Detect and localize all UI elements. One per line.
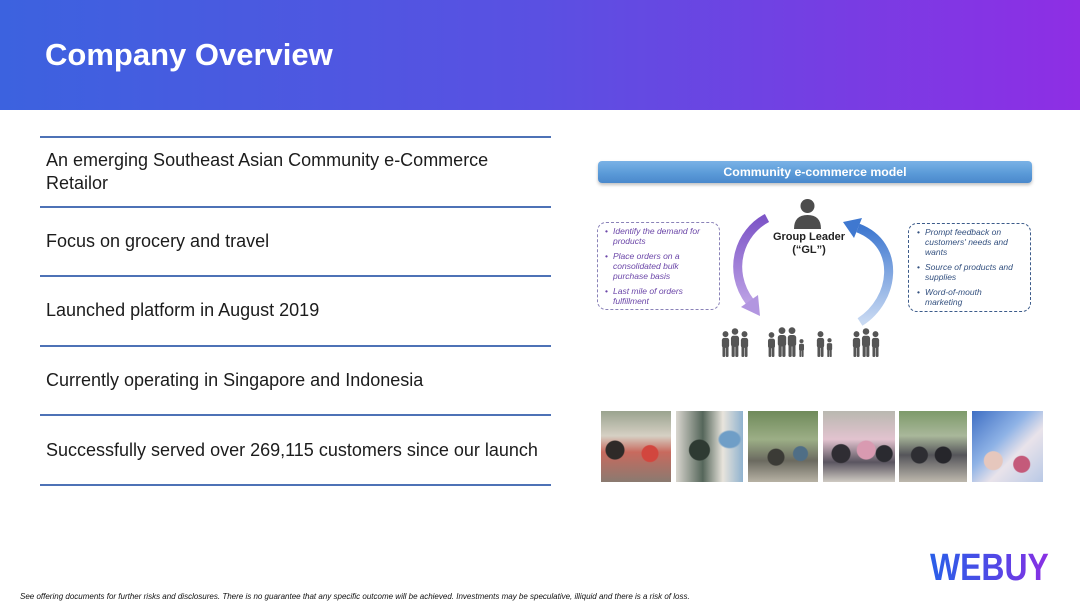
list-item: Focus on grocery and travel	[40, 205, 551, 276]
disclaimer-text: See offering documents for further risks…	[20, 592, 690, 601]
member-role-bullet: Last mile of orders fulfillment	[605, 286, 705, 306]
list-item-text: Focus on grocery and travel	[46, 230, 270, 251]
people-group-icon	[721, 328, 749, 357]
community-photo	[899, 411, 967, 482]
slide-title: Company Overview	[45, 37, 333, 72]
overview-list: An emerging Southeast Asian Community e-…	[40, 136, 551, 486]
list-item-text: Currently operating in Singapore and Ind…	[46, 369, 424, 390]
list-item-text: Launched platform in August 2019	[46, 300, 320, 321]
member-roles-list: Identify the demand for products Place o…	[605, 226, 719, 306]
community-benefit-bullet: Prompt feedback on customers' needs and …	[917, 227, 1017, 257]
people-group-icon	[852, 328, 880, 357]
group-leader-name: Group Leader	[772, 231, 846, 243]
list-item: Currently operating in Singapore and Ind…	[40, 344, 551, 415]
group-leader-label: Group Leader (“GL”)	[759, 231, 859, 257]
list-item: An emerging Southeast Asian Community e-…	[40, 136, 551, 206]
member-role-bullet: Identify the demand for products	[605, 226, 705, 246]
list-item: Successfully served over 269,115 custome…	[40, 414, 551, 486]
member-role-bullet: Place orders on a consolidated bulk purc…	[605, 251, 705, 281]
community-photo	[748, 411, 818, 482]
member-roles-box: Identify the demand for products Place o…	[597, 222, 720, 310]
list-item: Launched platform in August 2019	[40, 275, 551, 345]
person-icon	[794, 199, 821, 229]
community-photo	[972, 411, 1043, 482]
community-benefit-bullet: Word-of-mouth marketing	[917, 287, 1017, 307]
community-photo	[676, 411, 743, 482]
group-leader-abbr: (“GL”)	[792, 244, 826, 256]
photo-strip	[601, 411, 1043, 482]
community-photo	[823, 411, 895, 482]
community-model-diagram: Community e-commerce model • Identify th…	[590, 150, 1040, 365]
list-item-text: Successfully served over 269,115 custome…	[46, 439, 538, 460]
community-photo	[601, 411, 671, 482]
community-benefits-box: Prompt feedback on customers' needs and …	[908, 223, 1031, 312]
title-banner: Company Overview	[0, 0, 1080, 110]
people-group-icon	[768, 327, 833, 357]
community-benefit-bullet: Source of products and supplies	[917, 262, 1017, 282]
company-logo: WEBUY	[930, 547, 1049, 589]
community-benefits-list: Prompt feedback on customers' needs and …	[917, 227, 1030, 307]
list-item-text: An emerging Southeast Asian Community e-…	[46, 149, 489, 193]
